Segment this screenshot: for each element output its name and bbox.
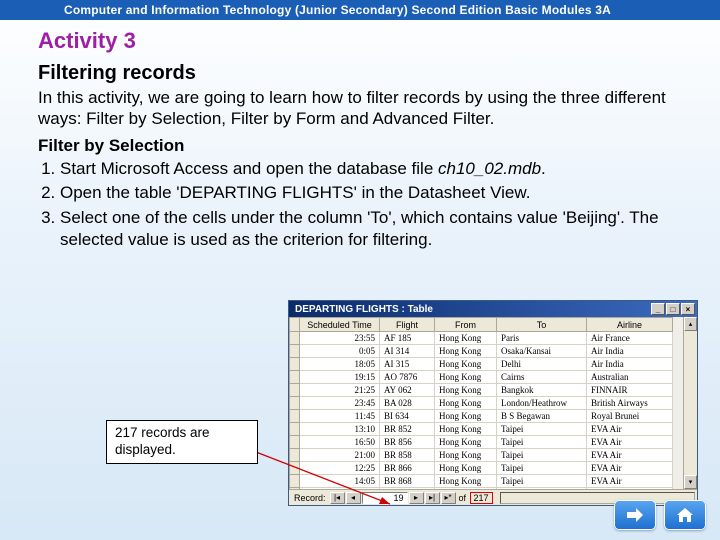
table-cell[interactable]: AF 185 <box>380 332 435 345</box>
table-cell[interactable]: FINNAIR <box>587 384 673 397</box>
nav-next-button[interactable]: ▸ <box>409 492 424 504</box>
window-titlebar[interactable]: DEPARTING FLIGHTS : Table _ □ × <box>289 301 697 317</box>
close-button[interactable]: × <box>681 303 695 315</box>
table-cell[interactable]: Australian <box>587 371 673 384</box>
table-row[interactable]: 21:25AY 062Hong KongBangkokFINNAIR <box>290 384 673 397</box>
slide-content: Activity 3 Filtering records In this act… <box>0 20 720 251</box>
table-cell[interactable]: Taipei <box>497 475 587 488</box>
table-cell[interactable]: Royal Brunei <box>587 410 673 423</box>
table-cell[interactable]: Hong Kong <box>435 449 497 462</box>
table-cell[interactable]: 0:05 <box>300 345 380 358</box>
table-cell[interactable]: British Airways <box>587 397 673 410</box>
table-cell[interactable]: EVA Air <box>587 436 673 449</box>
table-cell[interactable]: EVA Air <box>587 488 673 490</box>
table-cell[interactable]: 23:55 <box>300 332 380 345</box>
step-3: Select one of the cells under the column… <box>60 207 682 251</box>
column-header[interactable]: To <box>497 318 587 332</box>
table-cell[interactable]: Hong Kong <box>435 410 497 423</box>
callout-box: 217 records are displayed. <box>106 420 258 464</box>
table-cell[interactable]: AY 062 <box>380 384 435 397</box>
table-cell[interactable]: B S Begawan <box>497 410 587 423</box>
table-cell[interactable]: Paris <box>497 332 587 345</box>
column-header[interactable]: Scheduled Time <box>300 318 380 332</box>
table-cell[interactable]: Hong Kong <box>435 397 497 410</box>
subsection-heading: Filter by Selection <box>38 136 682 156</box>
table-cell[interactable]: BI 634 <box>380 410 435 423</box>
table-cell[interactable]: AO 7876 <box>380 371 435 384</box>
home-button[interactable] <box>664 500 706 530</box>
table-row[interactable]: 23:55AF 185Hong KongParisAir France <box>290 332 673 345</box>
scroll-down-button[interactable]: ▾ <box>684 475 697 489</box>
column-header[interactable]: From <box>435 318 497 332</box>
table-cell[interactable]: 21:25 <box>300 384 380 397</box>
table-cell[interactable]: Taipei <box>497 462 587 475</box>
maximize-button[interactable]: □ <box>666 303 680 315</box>
table-cell[interactable]: Cairns <box>497 371 587 384</box>
table-cell[interactable]: EVA Air <box>587 475 673 488</box>
minimize-button[interactable]: _ <box>651 303 665 315</box>
table-cell[interactable]: Hong Kong <box>435 358 497 371</box>
table-row[interactable]: 18:05AI 315Hong KongDelhiAir India <box>290 358 673 371</box>
table-cell[interactable]: EVA Air <box>587 462 673 475</box>
table-cell[interactable]: Osaka/Kansai <box>497 345 587 358</box>
table-cell[interactable]: Hong Kong <box>435 384 497 397</box>
table-cell[interactable]: Air India <box>587 345 673 358</box>
table-cell[interactable]: Taipei <box>497 488 587 490</box>
table-cell[interactable]: Bangkok <box>497 384 587 397</box>
activity-label: Activity 3 <box>38 28 682 54</box>
table-cell[interactable]: Hong Kong <box>435 332 497 345</box>
arrow-right-icon <box>625 507 645 523</box>
table-cell[interactable]: Hong Kong <box>435 345 497 358</box>
table-cell[interactable]: 18:05 <box>300 358 380 371</box>
column-header[interactable]: Flight <box>380 318 435 332</box>
table-cell[interactable]: 19:15 <box>300 371 380 384</box>
instruction-list: Start Microsoft Access and open the data… <box>60 158 682 251</box>
next-slide-button[interactable] <box>614 500 656 530</box>
column-header[interactable]: Airline <box>587 318 673 332</box>
scroll-up-button[interactable]: ▴ <box>684 317 697 331</box>
table-cell[interactable]: Air India <box>587 358 673 371</box>
table-cell[interactable]: Taipei <box>497 449 587 462</box>
step-1: Start Microsoft Access and open the data… <box>60 158 682 180</box>
table-cell[interactable]: Taipei <box>497 436 587 449</box>
table-cell[interactable]: Air France <box>587 332 673 345</box>
table-cell[interactable]: Hong Kong <box>435 488 497 490</box>
table-row[interactable]: 0:05AI 314Hong KongOsaka/KansaiAir India <box>290 345 673 358</box>
table-cell[interactable]: Delhi <box>497 358 587 371</box>
table-row[interactable]: 23:45BA 028Hong KongLondon/HeathrowBriti… <box>290 397 673 410</box>
vertical-scrollbar[interactable]: ▴ ▾ <box>683 317 697 489</box>
home-icon <box>676 507 694 523</box>
table-cell[interactable]: Taipei <box>497 423 587 436</box>
table-cell[interactable]: BA 028 <box>380 397 435 410</box>
callout-arrow <box>248 432 398 522</box>
nav-last-button[interactable]: ▸| <box>425 492 440 504</box>
table-cell[interactable]: Hong Kong <box>435 371 497 384</box>
table-cell[interactable]: EVA Air <box>587 423 673 436</box>
table-cell[interactable]: EVA Air <box>587 449 673 462</box>
table-row[interactable]: 11:45BI 634Hong KongB S BegawanRoyal Bru… <box>290 410 673 423</box>
nav-new-button[interactable]: ▸* <box>441 492 456 504</box>
table-cell[interactable]: Hong Kong <box>435 436 497 449</box>
callout-text: 217 records are displayed. <box>106 420 258 464</box>
table-cell[interactable]: Hong Kong <box>435 423 497 436</box>
book-title-bar: Computer and Information Technology (Jun… <box>0 0 720 20</box>
table-cell[interactable]: London/Heathrow <box>497 397 587 410</box>
table-cell[interactable]: AI 315 <box>380 358 435 371</box>
table-cell[interactable]: 11:45 <box>300 410 380 423</box>
intro-paragraph: In this activity, we are going to learn … <box>38 87 682 130</box>
table-cell[interactable]: Hong Kong <box>435 462 497 475</box>
step-2: Open the table 'DEPARTING FLIGHTS' in th… <box>60 182 682 204</box>
window-title: DEPARTING FLIGHTS : Table <box>295 304 650 315</box>
table-cell[interactable]: 23:45 <box>300 397 380 410</box>
table-cell[interactable]: Hong Kong <box>435 475 497 488</box>
record-count: of 217 <box>457 493 495 503</box>
section-heading: Filtering records <box>38 62 682 85</box>
table-cell[interactable]: AI 314 <box>380 345 435 358</box>
table-row[interactable]: 19:15AO 7876Hong KongCairnsAustralian <box>290 371 673 384</box>
